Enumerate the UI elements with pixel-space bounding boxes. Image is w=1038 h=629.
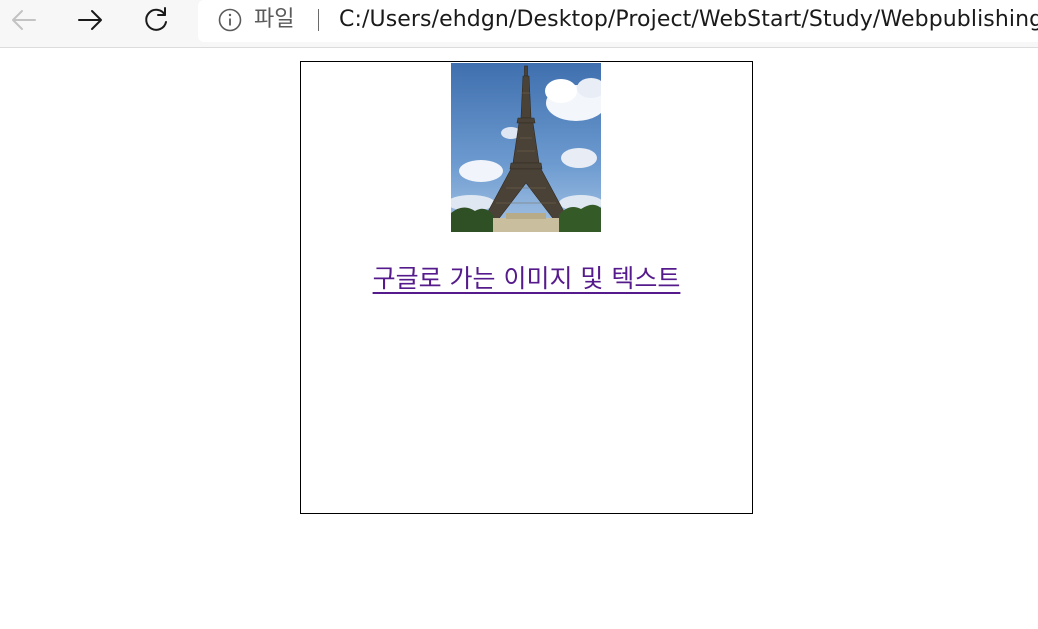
back-button[interactable]: [6, 4, 42, 36]
forward-button[interactable]: [72, 4, 108, 36]
file-scheme-label: 파일: [254, 7, 295, 32]
eiffel-tower-image[interactable]: [451, 63, 601, 232]
refresh-button[interactable]: [138, 4, 174, 36]
content-box: 구글로 가는 이미지 및 텍스트: [300, 61, 753, 514]
info-icon[interactable]: [218, 8, 242, 32]
address-separator: [318, 9, 319, 31]
address-bar[interactable]: 파일 C:/Users/ehdgn/Desktop/Project/WebSta…: [198, 0, 1038, 42]
arrow-left-icon: [12, 10, 36, 30]
refresh-icon: [145, 7, 167, 31]
arrow-right-icon: [78, 10, 102, 30]
google-link-text[interactable]: 구글로 가는 이미지 및 텍스트: [301, 261, 752, 297]
url-text[interactable]: C:/Users/ehdgn/Desktop/Project/WebStart/…: [339, 5, 1038, 35]
browser-toolbar: 파일 C:/Users/ehdgn/Desktop/Project/WebSta…: [0, 0, 1038, 48]
